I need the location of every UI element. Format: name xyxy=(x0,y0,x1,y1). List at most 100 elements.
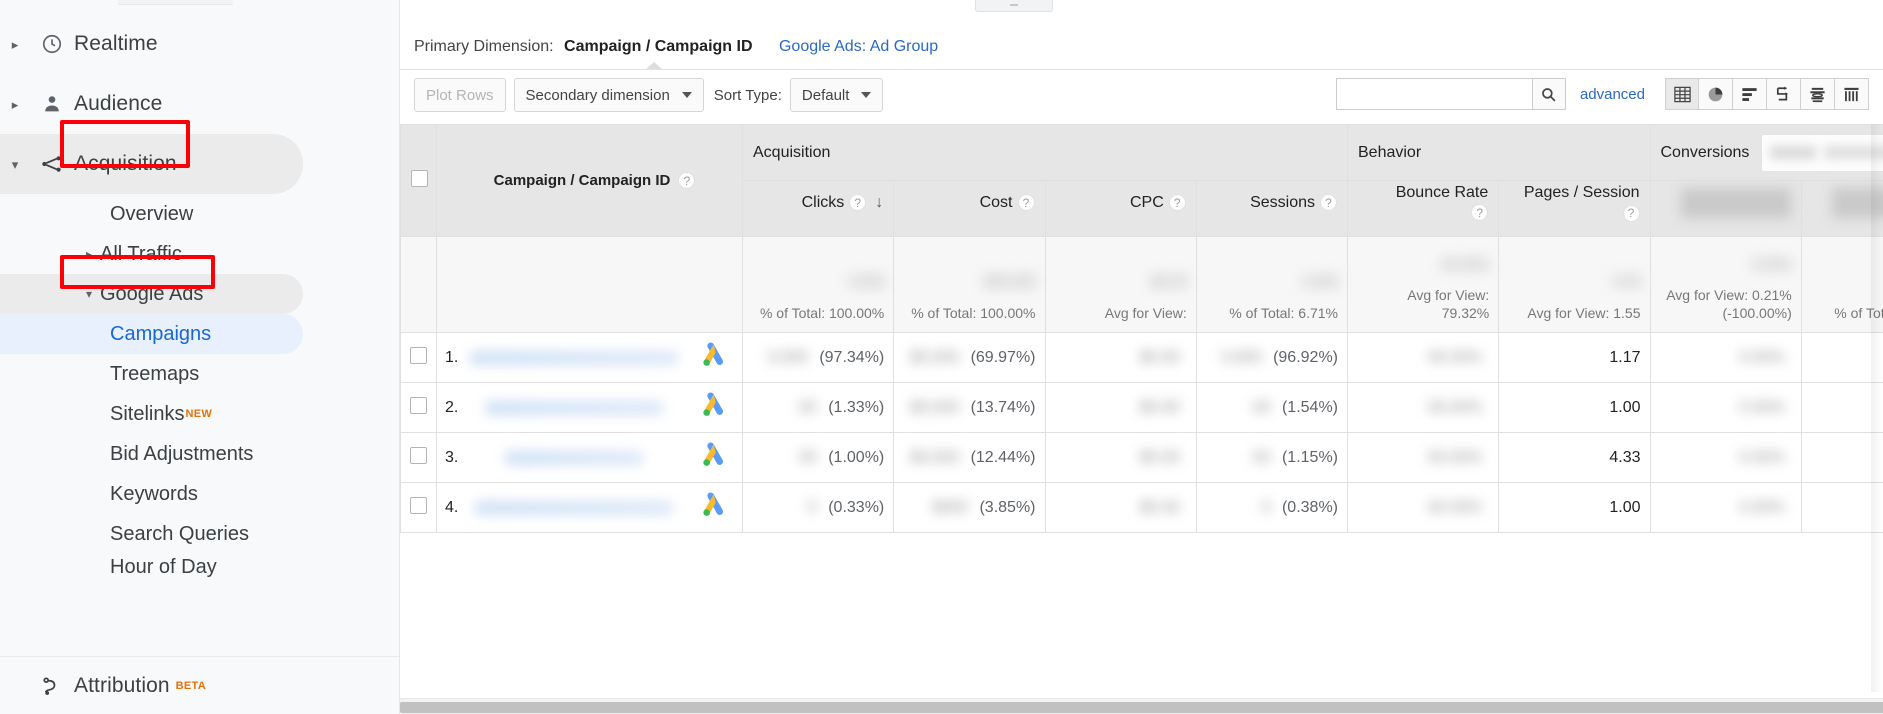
table-row[interactable]: 2. 00 (1.33%) $0,000 (13.74%) $0.00 00 (… xyxy=(400,382,1883,433)
sidebar-item-google-ads[interactable]: ▾ Google Ads xyxy=(0,274,303,314)
row-checkbox[interactable] xyxy=(410,496,427,514)
row-checkbox[interactable] xyxy=(410,446,427,464)
select-all-checkbox[interactable] xyxy=(411,169,428,187)
summary-conversion-b: 0 % of Total: 0.00% xyxy=(1800,236,1883,333)
summary-clicks: 0,000 % of Total: 100.00% xyxy=(741,236,895,333)
cell-percent: (1.54%) xyxy=(1281,398,1338,416)
search-input[interactable] xyxy=(1335,78,1532,110)
blurred-value: $0.00 xyxy=(1139,398,1180,416)
column-header-pages-session[interactable]: Pages / Session ? xyxy=(1498,180,1651,237)
column-label: CPC xyxy=(1129,193,1164,211)
summary-note: % of Total: 100.00% xyxy=(911,304,1036,321)
primary-dimension-current[interactable]: Campaign / Campaign ID xyxy=(564,38,752,55)
help-icon[interactable]: ? xyxy=(849,194,867,211)
cell-clicks: 00 (1.33%) xyxy=(741,382,895,433)
sidebar-item-audience[interactable]: Audience xyxy=(0,74,399,134)
table-view-icon[interactable] xyxy=(1665,78,1699,110)
cell-percent: (97.34%) xyxy=(819,348,885,366)
sidebar-item-all-traffic[interactable]: ▸ All Traffic xyxy=(0,234,399,274)
sidebar-item-bid-adjustments[interactable]: Bid Adjustments xyxy=(0,434,399,474)
row-checkbox[interactable] xyxy=(410,346,427,364)
help-icon[interactable]: ? xyxy=(1622,204,1640,222)
sidebar-item-campaigns[interactable]: Campaigns xyxy=(0,314,303,354)
summary-note: % of Total: 0.00% xyxy=(1834,304,1883,321)
blurred-campaign-name xyxy=(505,450,644,465)
sidebar-item-search-queries[interactable]: Search Queries xyxy=(0,514,399,554)
sidebar-item-label: All Traffic xyxy=(100,242,182,265)
pivot-view-icon[interactable] xyxy=(1835,78,1869,110)
cell-value: 1.17 xyxy=(1609,348,1641,366)
conversions-goal-select[interactable] xyxy=(1761,133,1883,172)
blurred-column-label xyxy=(1680,187,1791,218)
table-row[interactable]: 1. 0,000 (97.34%) $0,000 (69.97%) $0.00 … xyxy=(400,332,1883,383)
sidebar-item-sitelinks[interactable]: Sitelinks NEW xyxy=(0,394,399,434)
person-icon xyxy=(30,93,74,115)
horizontal-scrollbar[interactable] xyxy=(400,698,1883,714)
column-header-cost[interactable]: Cost ? xyxy=(893,180,1046,237)
cell-percent: (0.38%) xyxy=(1281,498,1338,516)
column-header-clicks[interactable]: Clicks ? ↓ xyxy=(741,180,895,237)
cell-conversion-b: 0.00 xyxy=(1800,382,1883,433)
search-button[interactable] xyxy=(1531,78,1566,110)
row-checkbox[interactable] xyxy=(410,396,427,414)
summary-note: % of Total: 100.00% xyxy=(759,304,885,321)
row-checkbox-cell xyxy=(400,382,437,433)
column-header-cpc[interactable]: CPC ? xyxy=(1044,180,1197,237)
dimension-cell[interactable]: 1. xyxy=(436,332,743,383)
row-index: 1. xyxy=(445,348,459,366)
plot-rows-button[interactable]: Plot Rows xyxy=(414,78,506,112)
bar-chart-view-icon[interactable] xyxy=(1733,78,1767,110)
help-icon[interactable]: ? xyxy=(678,172,696,189)
sidebar-item-label: Search Queries xyxy=(110,522,249,545)
cell-sessions: 0,000 (96.92%) xyxy=(1195,332,1349,383)
cell-bounce-rate: 00.00% xyxy=(1346,432,1500,483)
panel-collapse-handle[interactable] xyxy=(975,0,1053,12)
summary-bounce-rate: 00.00% Avg for View: 79.32% xyxy=(1346,236,1500,333)
chevron-down-icon xyxy=(681,92,692,98)
cell-percent: (1.00%) xyxy=(828,448,885,466)
column-header-conversion-a[interactable] xyxy=(1649,180,1802,237)
chevron-right-icon: ▸ xyxy=(85,247,93,261)
dimension-cell[interactable]: 4. xyxy=(436,482,743,533)
sidebar-item-attribution[interactable]: Attribution BETA xyxy=(0,656,399,714)
sidebar-item-label: Realtime xyxy=(74,32,158,55)
table-toolbar: Plot Rows Secondary dimension Sort Type:… xyxy=(414,78,1869,118)
sidebar-item-acquisition[interactable]: Acquisition xyxy=(0,134,303,194)
help-icon[interactable]: ? xyxy=(1017,194,1035,211)
table-row[interactable]: 4. 0 (0.33%) $000 (3.85%) $0.00 0 (0.38%… xyxy=(400,482,1883,533)
help-icon[interactable]: ? xyxy=(1320,194,1337,211)
sidebar-item-keywords[interactable]: Keywords xyxy=(0,474,399,514)
group-header-conversions: Conversions xyxy=(1649,124,1883,181)
advanced-link[interactable]: advanced xyxy=(1580,86,1645,103)
scrollbar-thumb[interactable] xyxy=(400,702,1883,713)
pie-chart-view-icon[interactable] xyxy=(1699,78,1733,110)
blurred-value: 0.00% xyxy=(1739,498,1785,516)
dimension-column-header[interactable]: Campaign / Campaign ID ? xyxy=(436,124,743,237)
pivot-performance-view-icon[interactable] xyxy=(1767,78,1801,110)
sidebar-item-realtime[interactable]: Realtime xyxy=(0,14,399,74)
secondary-dimension-button[interactable]: Secondary dimension xyxy=(513,78,704,112)
chevron-right-icon xyxy=(0,98,30,111)
summary-conversion-a: 0.00% Avg for View: 0.21% (-100.00%) xyxy=(1649,236,1802,333)
primary-dimension-alternate[interactable]: Google Ads: Ad Group xyxy=(779,38,938,55)
cell-conversion-a: 0.00% xyxy=(1649,482,1802,533)
column-header-bounce-rate[interactable]: Bounce Rate ? xyxy=(1346,180,1500,237)
help-icon[interactable]: ? xyxy=(1471,204,1489,221)
blurred-text xyxy=(1770,146,1817,159)
table-row[interactable]: 3. 00 (1.00%) $0,000 (12.44%) $0.00 00 (… xyxy=(400,432,1883,483)
google-ads-logo xyxy=(700,442,730,473)
dimension-cell[interactable]: 2. xyxy=(436,382,743,433)
sidebar-item-treemaps[interactable]: Treemaps xyxy=(0,354,399,394)
cell-percent: (69.97%) xyxy=(970,348,1036,366)
dimension-cell[interactable]: 3. xyxy=(436,432,743,483)
sidebar-item-hour-of-day[interactable]: Hour of Day xyxy=(0,554,399,580)
sidebar-item-overview[interactable]: Overview xyxy=(0,194,399,234)
sort-type-select[interactable]: Default xyxy=(789,78,884,112)
column-header-sessions[interactable]: Sessions ? xyxy=(1195,180,1349,237)
help-icon[interactable]: ? xyxy=(1168,194,1186,211)
blurred-campaign-name xyxy=(475,500,674,515)
report-table: Campaign / Campaign ID ? Acquisition Beh… xyxy=(400,124,1883,533)
column-header-conversion-b[interactable] xyxy=(1800,180,1883,237)
sort-type-label: Sort Type: xyxy=(713,86,782,104)
comparison-view-icon[interactable] xyxy=(1801,78,1835,110)
